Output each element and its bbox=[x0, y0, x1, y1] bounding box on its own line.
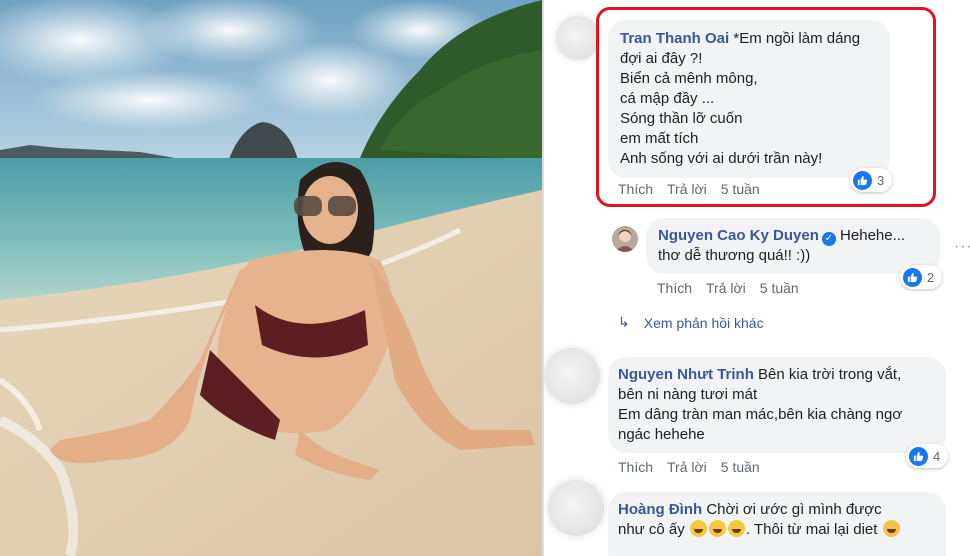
pensive-emoji-icon bbox=[882, 520, 900, 537]
comment-author[interactable]: Nguyen Cao Ky Duyen bbox=[658, 227, 819, 244]
grinning-emoji-icon bbox=[689, 520, 707, 537]
comment-text-line: Hehehe... bbox=[840, 227, 906, 244]
comment-text-line: ngác hehehe bbox=[618, 426, 705, 443]
reaction-count[interactable]: 2 bbox=[900, 265, 943, 289]
reply-link[interactable]: Trả lời bbox=[706, 280, 746, 296]
reaction-number: 2 bbox=[927, 269, 935, 285]
like-link[interactable]: Thích bbox=[657, 280, 692, 296]
avatar[interactable] bbox=[548, 480, 604, 536]
avatar[interactable] bbox=[612, 226, 638, 252]
avatar[interactable] bbox=[544, 348, 600, 404]
avatar[interactable] bbox=[556, 16, 600, 60]
verified-badge-icon: ✓ bbox=[821, 232, 836, 246]
view-more-replies-label: Xem phản hồi khác bbox=[643, 314, 764, 331]
comment-text-line: Thôi từ mai lại diet bbox=[754, 521, 878, 538]
timestamp[interactable]: 5 tuần bbox=[760, 280, 799, 296]
reply-bubble: Nguyen Cao Ky Duyen ✓ Hehehe... thơ dễ th… bbox=[646, 218, 940, 274]
comment-actions: Thích Trả lời 5 tuần bbox=[657, 280, 813, 296]
comment-text-line: như cô ấy bbox=[618, 521, 685, 538]
comments-panel: Tran Thanh Oai *Em ngồi làm dáng đợi ai … bbox=[544, 0, 970, 556]
comment-author[interactable]: Nguyen Nhưt Trinh bbox=[618, 366, 754, 383]
comment-actions: Thích Trả lời 5 tuần bbox=[618, 459, 774, 475]
grinning-emoji-icon bbox=[727, 520, 745, 537]
comment-text-line: Bên kia trời trong vắt, bbox=[758, 366, 902, 383]
comment-text-line: bên ni nàng tươi mát bbox=[618, 386, 758, 403]
beach-photo[interactable] bbox=[0, 0, 542, 556]
comment-bubble: Hoàng Đình Chời ơi ước gì mình được như … bbox=[608, 492, 946, 556]
highlight-box bbox=[596, 7, 936, 207]
reply-arrow-icon: ↳ bbox=[618, 314, 630, 330]
comment-text-line: Em dâng tràn man mác,bên kia chàng ngơ bbox=[618, 406, 903, 423]
more-options-icon[interactable]: ··· bbox=[954, 238, 970, 256]
like-link[interactable]: Thích bbox=[618, 459, 653, 475]
thumbs-up-icon bbox=[909, 446, 928, 466]
comment-text-line: Chời ơi ước gì mình được bbox=[706, 501, 882, 518]
view-more-replies-link[interactable]: ↳ Xem phản hồi khác bbox=[618, 314, 764, 331]
reaction-count[interactable]: 4 bbox=[906, 444, 949, 468]
comment-text-line: thơ dễ thương quá!! :)) bbox=[658, 247, 811, 264]
grinning-emoji-icon bbox=[708, 520, 726, 537]
timestamp[interactable]: 5 tuần bbox=[721, 459, 760, 475]
reply-link[interactable]: Trả lời bbox=[667, 459, 707, 475]
comment-bubble: Nguyen Nhưt Trinh Bên kia trời trong vắt… bbox=[608, 357, 946, 453]
thumbs-up-icon bbox=[903, 267, 922, 287]
comment-author[interactable]: Hoàng Đình bbox=[618, 501, 702, 518]
reaction-number: 4 bbox=[933, 448, 941, 464]
